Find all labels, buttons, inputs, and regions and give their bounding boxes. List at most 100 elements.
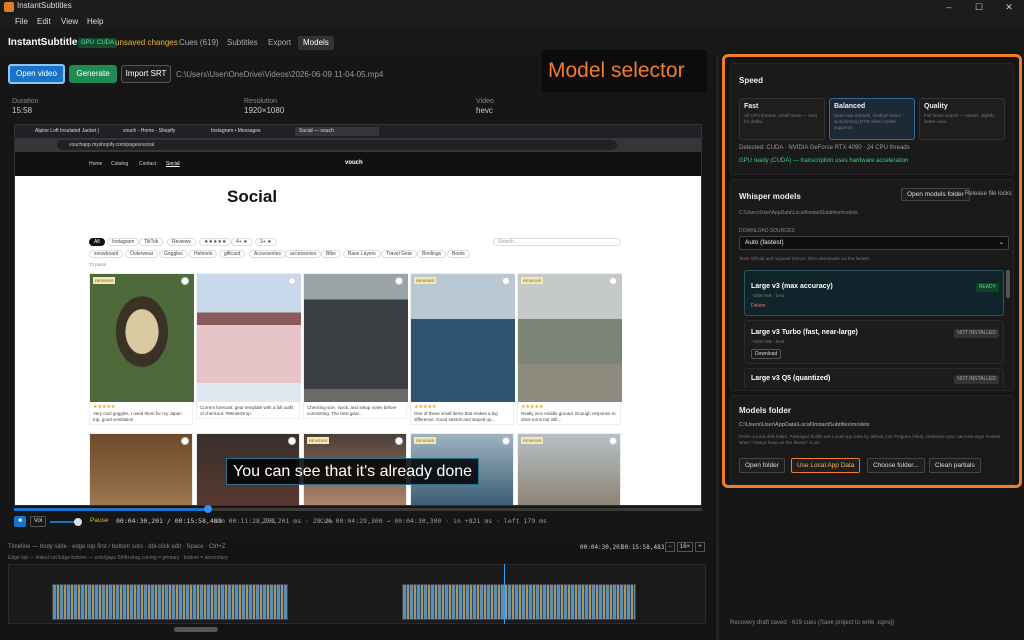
models-folder-hint: Prefer a local disk folder. Packaged bui… (739, 434, 1001, 445)
volume-slider-handle[interactable] (74, 518, 82, 526)
camera-icon (181, 437, 189, 445)
social-card: REVIEWS ★★★★★ Very cool goggles, I used … (89, 273, 194, 425)
chip: 3+ ★ (255, 238, 277, 246)
seek-progress (14, 508, 208, 511)
tab-subtitles[interactable]: Subtitles (222, 36, 263, 50)
download-sources-hint: Tests Official and regional mirrors, the… (739, 256, 870, 261)
subtitle-caption[interactable]: You can see that it's already done (226, 458, 480, 485)
browser-tab: vouch - Home - Shopify (123, 128, 176, 134)
close-button[interactable]: ✕ (994, 0, 1024, 14)
resolution-value: 1920×1080 (244, 106, 285, 115)
volume-button[interactable]: Vol (30, 516, 46, 527)
menu-help[interactable]: Help (87, 17, 103, 26)
card-image (197, 274, 301, 402)
chip: accessories (285, 250, 322, 258)
download-source-select[interactable]: Auto (fastest) ⌄ (739, 236, 1009, 250)
menu-file[interactable]: File (15, 17, 28, 26)
menu-view[interactable]: View (61, 17, 78, 26)
tab-models[interactable]: Models (298, 36, 334, 50)
minimize-button[interactable]: – (934, 0, 964, 14)
card-badge: REVIEWS (414, 277, 437, 284)
social-card: Checking size, stock, and setup notes be… (303, 273, 408, 419)
chip: Accessories (249, 250, 286, 258)
card-badge: REVIEWS (521, 277, 544, 284)
card-image (90, 274, 194, 402)
models-folder-path: C:\Users\User\AppData\Local\InstantSubti… (739, 422, 870, 428)
speed-option-balanced[interactable]: Balanced Near-max threads, medium beam ·… (829, 98, 915, 140)
card-image (518, 274, 622, 402)
site-brand: vouch (345, 160, 363, 166)
model-size: ~3000 MB · best (751, 293, 785, 298)
chip: giftcard (219, 250, 246, 258)
timeline-scrollbar[interactable] (174, 627, 218, 632)
model-status: READY (975, 283, 999, 292)
social-card: REVIEWS ★★★★★ One of these small items t… (410, 273, 515, 425)
release-file-locks-button[interactable]: Release file locks (965, 191, 1012, 197)
detected-label: Detected: (739, 145, 765, 151)
clean-partials-button[interactable]: Clean partials (929, 458, 981, 473)
volume-slider[interactable] (50, 518, 82, 526)
models-folder-section: Models folder C:\Users\User\AppData\Loca… (730, 395, 1014, 485)
chip: Reviews (167, 238, 196, 246)
generate-button[interactable]: Generate (69, 65, 117, 83)
model-row[interactable]: Large v3 Q5 (quantized) NOT INSTALLED (744, 368, 1004, 388)
delete-model-button[interactable]: Delete (751, 303, 765, 309)
open-models-folder-button[interactable]: Open models folder (901, 188, 970, 201)
choose-folder-button[interactable]: Choose folder... (867, 458, 925, 473)
tab-export[interactable]: Export (263, 36, 296, 50)
maximize-button[interactable]: ☐ (964, 0, 994, 14)
model-name: Large v3 (max accuracy) (751, 283, 833, 290)
model-list-scrollbar[interactable] (1006, 270, 1010, 298)
site-nav-contact: Contact (139, 161, 157, 167)
tab-cues[interactable]: Cues (619) (174, 36, 224, 50)
window-title: InstantSubtitles (17, 1, 72, 10)
cuda-badge: CUDA (94, 38, 118, 48)
speed-option-name: Balanced (834, 103, 866, 110)
card-badge: REVIEWS (93, 277, 116, 284)
open-folder-button[interactable]: Open folder (739, 458, 785, 473)
model-row[interactable]: Large v3 (max accuracy) ~3000 MB · best … (744, 270, 1004, 316)
model-settings-panel: Speed Fast All CPU threads, small beam —… (722, 54, 1022, 488)
seek-handle[interactable] (203, 505, 212, 513)
zoom-in-button[interactable]: + (695, 542, 705, 552)
menu-bar: File Edit View Help (0, 14, 1024, 30)
model-name: Large v3 Q5 (quantized) (751, 375, 831, 382)
chip: Boots (447, 250, 470, 258)
video-preview[interactable]: Alpine Loft Insulated Jacket | vouch - H… (14, 124, 702, 506)
browser-tab-strip: Alpine Loft Insulated Jacket | vouch - H… (15, 125, 701, 138)
playhead[interactable] (504, 564, 505, 624)
chip: Travel Gear (381, 250, 418, 258)
browser-url: vouchapp.myshopify.com/pages/social (57, 140, 617, 150)
site-nav-home: Home (89, 161, 103, 167)
zoom-out-button[interactable]: − (665, 542, 675, 552)
model-row[interactable]: Large v3 Turbo (fast, near-large) ~1530 … (744, 320, 1004, 364)
duration-label: Duration (12, 98, 39, 105)
speed-option-name: Quality (924, 103, 948, 110)
social-card: REVIEWS ★★★★★ Really nice middle ground.… (517, 273, 622, 425)
chip: Bindings (417, 250, 447, 258)
menu-edit[interactable]: Edit (37, 17, 51, 26)
use-local-app-data-button[interactable]: Use Local App Data (791, 458, 861, 473)
model-selector-annotation: Model selector (542, 50, 707, 92)
download-source-value: Auto (fastest) (745, 239, 784, 246)
download-model-button[interactable]: Download (751, 349, 782, 359)
card-text: Checking size, stock, and setup notes be… (307, 405, 397, 416)
cue-readout: Cue 00:04:29,300 → 00:04:30,300 · in +82… (320, 517, 547, 525)
speed-option-fast[interactable]: Fast All CPU threads, small beam — best … (739, 98, 825, 140)
card-badge: REVIEWS (521, 437, 544, 444)
time-readout: 00:04:30,201 / 00:15:58,483 (116, 517, 222, 525)
panel-divider[interactable] (716, 56, 719, 640)
card-stars: ★★★★★ (93, 404, 116, 410)
pause-label[interactable]: Pause (90, 517, 108, 524)
open-video-button[interactable]: Open video (8, 64, 65, 84)
cue-clip-group[interactable] (402, 584, 636, 620)
stop-button[interactable]: ■ (14, 516, 26, 527)
cue-clip-group[interactable] (52, 584, 288, 620)
speed-option-quality[interactable]: Quality Full beam search — slower, sligh… (919, 98, 1005, 140)
social-card: Current forecast: gear template with a f… (196, 273, 301, 419)
import-srt-button[interactable]: Import SRT (121, 65, 171, 83)
whisper-models-section: Whisper models Open models folder Releas… (730, 179, 1014, 391)
model-list: Large v3 (max accuracy) ~3000 MB · best … (736, 268, 1010, 388)
seek-bar[interactable] (14, 505, 702, 513)
zoom-level[interactable]: 16× (677, 542, 693, 552)
